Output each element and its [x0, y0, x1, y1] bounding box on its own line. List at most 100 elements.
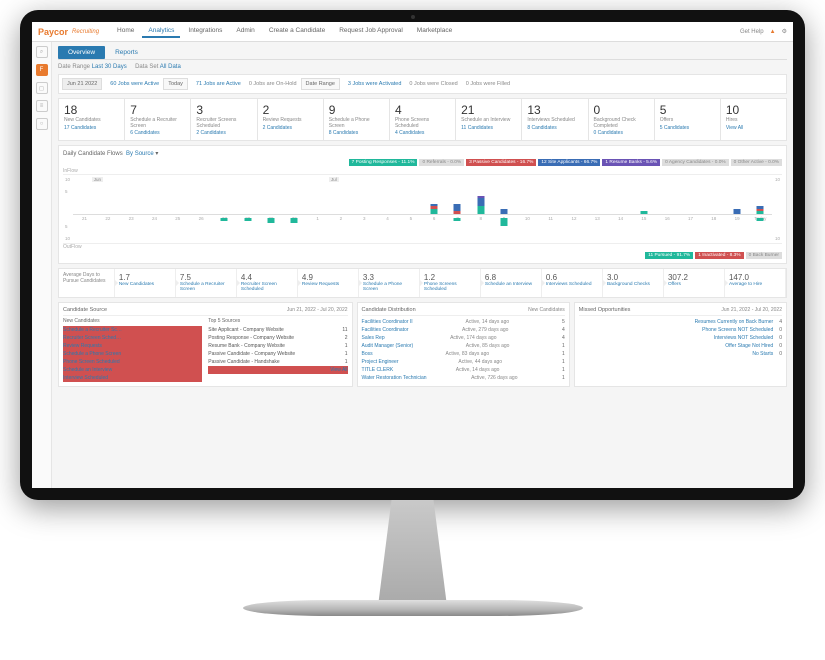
- nav-analytics[interactable]: Analytics: [142, 25, 180, 38]
- bar-in[interactable]: [477, 198, 484, 206]
- date-range-button[interactable]: Date Range: [301, 78, 340, 90]
- kpi-sublink[interactable]: 2 Candidates: [263, 125, 318, 131]
- kpi-sublink[interactable]: 11 Candidates: [461, 125, 516, 131]
- help-link[interactable]: Get Help: [740, 29, 764, 35]
- kpi-card[interactable]: 21Schedule an Interview11 Candidates: [456, 98, 522, 141]
- legend-inactivated[interactable]: 1 Inactivated - 8.3%: [695, 252, 743, 259]
- kpi-card[interactable]: 2Review Requests2 Candidates: [258, 98, 324, 141]
- bar-in[interactable]: [757, 206, 764, 209]
- cs-left-item[interactable]: Schedule an Interview: [63, 366, 202, 374]
- kpi-sublink[interactable]: 8 Candidates: [329, 130, 384, 136]
- cd-row[interactable]: Water Restoration TechnicianActive, 726 …: [362, 374, 565, 382]
- kpi-sublink[interactable]: 2 Candidates: [196, 130, 251, 136]
- bar-out[interactable]: [244, 218, 251, 221]
- kpi-card[interactable]: 4Phone Screens Scheduled4 Candidates: [390, 98, 456, 141]
- funnel-cell[interactable]: 1.2Phone Screens Scheduled: [420, 269, 481, 297]
- nav-home[interactable]: Home: [111, 25, 140, 38]
- mo-row[interactable]: Resumes Currently on Back Burner4: [579, 318, 782, 326]
- bar-in[interactable]: [454, 211, 461, 214]
- funnel-cell[interactable]: 4.4Recruiter Screen Scheduled: [237, 269, 298, 297]
- kpi-sublink[interactable]: 5 Candidates: [660, 125, 715, 131]
- funnel-cell[interactable]: 3.3Schedule a Phone Screen: [359, 269, 420, 297]
- bar-in[interactable]: [431, 206, 438, 209]
- bar-in[interactable]: [454, 204, 461, 212]
- cs-source-row[interactable]: Posting Response - Company Website2: [208, 334, 347, 342]
- nav-integrations[interactable]: Integrations: [182, 25, 228, 38]
- data-set-value[interactable]: All Data: [160, 64, 181, 70]
- nav-request-approval[interactable]: Request Job Approval: [333, 25, 409, 38]
- cs-source-row[interactable]: Site Applicant - Company Website11: [208, 326, 347, 334]
- bar-out[interactable]: [291, 218, 298, 223]
- panel-sub[interactable]: New Candidates: [528, 307, 565, 313]
- cs-left-item[interactable]: Phone Screen Scheduled: [63, 358, 202, 366]
- cs-source-row[interactable]: Passive Candidate - Company Website1: [208, 350, 347, 358]
- kpi-sublink[interactable]: 4 Candidates: [395, 130, 450, 136]
- funnel-cell[interactable]: 7.5Schedule a Recruiter Screen: [176, 269, 237, 297]
- nav-create-candidate[interactable]: Create a Candidate: [263, 25, 331, 38]
- mo-row[interactable]: Offer Stage Not Hired0: [579, 342, 782, 350]
- bar-out[interactable]: [757, 218, 764, 221]
- funnel-cell[interactable]: 147.0Average to Hire: [725, 269, 786, 297]
- funnel-cell[interactable]: 307.2Offers: [664, 269, 725, 297]
- sidebar-item-4[interactable]: ○: [36, 118, 48, 130]
- kpi-card[interactable]: 9Schedule a Phone Screen8 Candidates: [324, 98, 390, 141]
- settings-icon[interactable]: ⚙: [782, 28, 787, 35]
- date-button[interactable]: Jun 21 2022: [62, 78, 102, 90]
- kpi-sublink[interactable]: 6 Candidates: [130, 130, 185, 136]
- kpi-card[interactable]: 3Recruiter Screens Scheduled2 Candidates: [191, 98, 257, 141]
- stat-jobs-active-1[interactable]: 60 Jobs were Active: [110, 81, 159, 87]
- tab-reports[interactable]: Reports: [105, 46, 148, 59]
- legend-backburner[interactable]: 0 Back Burner: [746, 252, 782, 259]
- bar-in[interactable]: [431, 209, 438, 214]
- kpi-sublink[interactable]: 0 Candidates: [594, 130, 649, 136]
- legend-resume[interactable]: 1 Resume Banks - 5.6%: [602, 159, 660, 166]
- legend-passive[interactable]: 3 Passive Candidates - 16.7%: [466, 159, 536, 166]
- kpi-card[interactable]: 5Offers5 Candidates: [655, 98, 721, 141]
- bar-in[interactable]: [477, 206, 484, 214]
- mo-row[interactable]: Phone Screens NOT Scheduled0: [579, 326, 782, 334]
- bar-in[interactable]: [477, 196, 484, 199]
- cd-row[interactable]: TITLE CLERKActive, 14 days ago1: [362, 366, 565, 374]
- bar-in[interactable]: [640, 211, 647, 214]
- cs-left-item[interactable]: Interview Scheduled: [63, 374, 202, 382]
- kpi-sublink[interactable]: 17 Candidates: [64, 125, 119, 131]
- legend-posting[interactable]: 7 Posting Responses - 11.1%: [349, 159, 418, 166]
- bar-in[interactable]: [501, 209, 508, 214]
- kpi-card[interactable]: 13Interviews Scheduled8 Candidates: [522, 98, 588, 141]
- tab-overview[interactable]: Overview: [58, 46, 105, 59]
- sidebar-item-2[interactable]: ◻: [36, 82, 48, 94]
- legend-pursued[interactable]: 11 Pursued - 91.7%: [645, 252, 693, 259]
- nav-marketplace[interactable]: Marketplace: [411, 25, 458, 38]
- legend-referrals[interactable]: 0 Referrals - 0.0%: [419, 159, 464, 166]
- viewall-link[interactable]: View All: [208, 366, 347, 374]
- kpi-card[interactable]: 7Schedule a Recruiter Screen6 Candidates: [125, 98, 191, 141]
- funnel-cell[interactable]: 6.8Schedule an Interview: [481, 269, 542, 297]
- funnel-cell[interactable]: 0.6Interviews Scheduled: [542, 269, 603, 297]
- notification-icon[interactable]: ▲: [770, 29, 776, 35]
- kpi-card[interactable]: 18New Candidates17 Candidates: [58, 98, 125, 141]
- sidebar-item-active[interactable]: F: [36, 64, 48, 76]
- date-range-value[interactable]: Last 30 Days: [92, 64, 127, 70]
- search-icon[interactable]: ⌕: [36, 46, 48, 58]
- funnel-cell[interactable]: 3.0Background Checks: [603, 269, 664, 297]
- stat-activated[interactable]: 3 Jobs were Activated: [348, 81, 402, 87]
- kpi-sublink[interactable]: 8 Candidates: [527, 125, 582, 131]
- cd-row[interactable]: Facilities Coordinator IIActive, 14 days…: [362, 318, 565, 326]
- funnel-cell[interactable]: 1.7New Candidates: [115, 269, 176, 297]
- legend-other[interactable]: 0 Other Active - 0.0%: [731, 159, 782, 166]
- bar-in[interactable]: [431, 204, 438, 207]
- cs-left-item[interactable]: Schedule a Phone Screen: [63, 350, 202, 358]
- cs-source-row[interactable]: Resume Bank - Company Website1: [208, 342, 347, 350]
- bar-in[interactable]: [734, 209, 741, 214]
- bar-out[interactable]: [268, 218, 275, 223]
- sidebar-item-3[interactable]: ≡: [36, 100, 48, 112]
- mo-row[interactable]: Interviews NOT Scheduled0: [579, 334, 782, 342]
- today-button[interactable]: Today: [163, 78, 188, 90]
- cs-left-item[interactable]: Schedule a Recruiter Sc…: [63, 326, 202, 334]
- legend-site[interactable]: 12 Site Applicants - 66.7%: [538, 159, 600, 166]
- kpi-card[interactable]: 0Background Check Completed0 Candidates: [589, 98, 655, 141]
- bar-out[interactable]: [221, 218, 228, 221]
- nav-admin[interactable]: Admin: [230, 25, 260, 38]
- cs-left-item[interactable]: Recruiter Screen Sched…: [63, 334, 202, 342]
- bar-out[interactable]: [454, 218, 461, 221]
